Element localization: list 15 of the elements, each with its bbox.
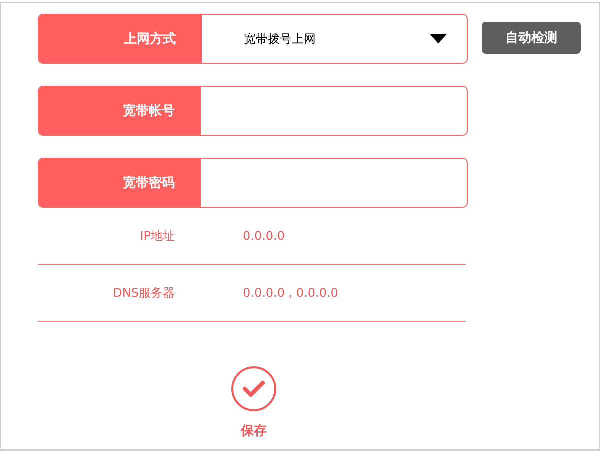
input-field[interactable]: 宽带帐号	[38, 86, 468, 136]
info-label: IP地址	[139, 228, 175, 244]
checkmark-icon[interactable]	[231, 366, 277, 412]
auto-detect-button[interactable]: 自动检测	[482, 22, 581, 54]
save-button[interactable]: 保存	[241, 422, 267, 440]
field-label: 宽带密码	[39, 159, 201, 207]
input-field[interactable]: 宽带密码	[38, 158, 468, 208]
caret-icon[interactable]	[430, 34, 447, 44]
dropdown-field[interactable]: 上网方式 宽带拨号上网	[38, 14, 468, 64]
field-label: 宽带帐号	[39, 87, 201, 135]
field-label: 上网方式	[39, 15, 202, 63]
dropdown-value: 宽带拨号上网	[244, 30, 316, 48]
info-label: DNS服务器	[112, 284, 175, 302]
info-value: 0.0.0.0 , 0.0.0.0	[243, 286, 338, 300]
info-value: 0.0.0.0	[243, 229, 285, 243]
